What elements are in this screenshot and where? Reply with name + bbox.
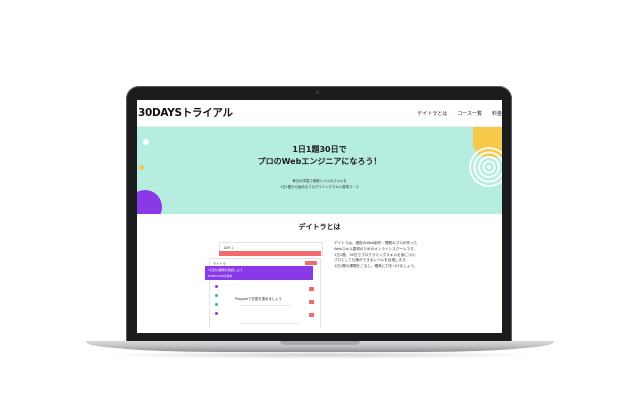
mockup-purple-line-2: HTML/CSSの基本: [208, 274, 233, 278]
site-logo[interactable]: 30DAYSトライアル: [138, 105, 233, 120]
decor-purple-circle: [137, 190, 162, 214]
hero-subtitle: 毎日の学習で実務レベルのスキルを 1日1題から始めるプログラミングスキル習得コー…: [137, 178, 502, 190]
mockup-task-label: Progateで学習を進めましょう: [235, 297, 282, 301]
mockup-red-chip: [309, 300, 314, 304]
hero-title: 1日1題30日で プロのWebエンジニアになろう！: [137, 144, 502, 168]
hero-section: 1日1題30日で プロのWebエンジニアになろう！ 毎日の学習で実務レベルのスキ…: [137, 127, 502, 214]
mockup-dot: [215, 303, 218, 306]
about-section-title: デイトラとは: [298, 223, 341, 231]
camera-icon: [316, 91, 319, 94]
mockup-purple-panel: 1日目の課題を確認しよう HTML/CSSの基本: [205, 266, 313, 280]
about-description: デイトラは、現役のWeb制作・開発のプロが作った Webスキル習得のためのオンラ…: [334, 241, 452, 270]
mockup-dot: [215, 294, 218, 297]
mockup-red-chip: [309, 287, 314, 291]
nav-item-pricing[interactable]: 料金: [492, 110, 502, 117]
app-mockup-image: DAY 1 デイトラ 1日目の課題を確認しよう HTML/CSSの基本 Prog…: [205, 240, 323, 328]
mockup-dot: [215, 285, 218, 288]
mockup-purple-line-1: 1日目の課題を確認しよう: [208, 268, 243, 272]
laptop-screen: 30DAYSトライアル デイトラとは コース一覧 料金 1日1題30日で プロの…: [137, 100, 502, 333]
laptop-shadow: [96, 351, 544, 359]
mockup-window-title: DAY 1: [224, 246, 234, 250]
site-header: 30DAYSトライアル デイトラとは コース一覧 料金: [137, 100, 502, 127]
about-text-line-5: 1日1題の課題をこなし、確実に力をつけましょう。: [334, 264, 418, 269]
mockup-red-bar: [219, 251, 321, 256]
mockup-dot: [215, 312, 218, 315]
laptop-notch: [280, 341, 360, 345]
hero-title-line-2: プロのWebエンジニアになろう！: [257, 157, 382, 166]
mockup-line: [240, 305, 290, 307]
main-nav: デイトラとは コース一覧 料金: [417, 110, 502, 117]
mockup-line: [240, 323, 300, 325]
nav-item-courses[interactable]: コース一覧: [457, 110, 482, 117]
laptop-base: [86, 341, 554, 352]
nav-item-about[interactable]: デイトラとは: [417, 110, 447, 117]
mockup-button: [305, 261, 317, 265]
hero-title-line-1: 1日1題30日で: [292, 145, 347, 154]
hero-subtitle-line-2: 1日1題から始めるプログラミングスキル習得コース: [280, 185, 359, 189]
mockup-red-chip: [309, 313, 314, 317]
